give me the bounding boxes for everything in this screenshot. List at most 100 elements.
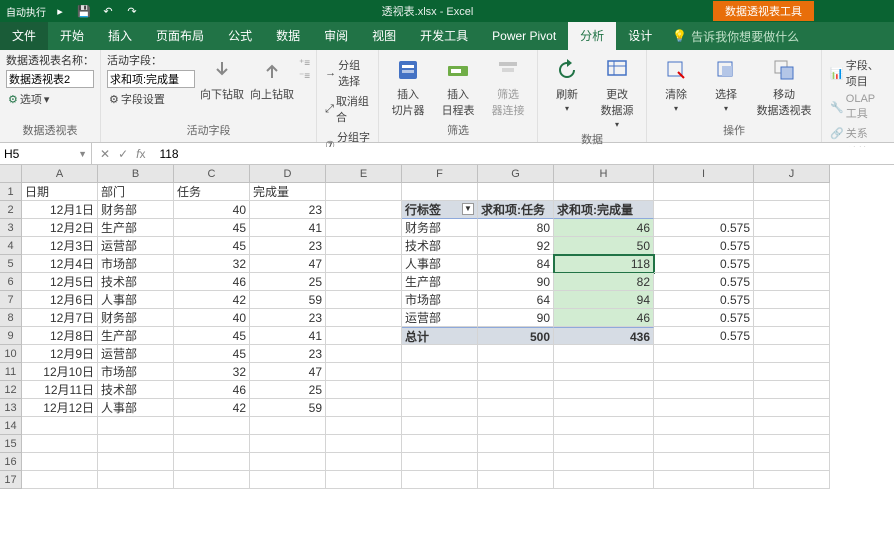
tab-review[interactable]: 审阅 [312, 22, 360, 50]
tell-me[interactable]: 💡 告诉我你想要做什么 [672, 28, 799, 45]
filter-dropdown-icon[interactable]: ▼ [462, 203, 474, 215]
cell[interactable] [174, 471, 250, 489]
cell[interactable]: 23 [250, 309, 326, 327]
cell[interactable]: 41 [250, 219, 326, 237]
relationships-button[interactable]: 🔗 关系 [828, 124, 888, 142]
cell[interactable] [654, 471, 754, 489]
tab-view[interactable]: 视图 [360, 22, 408, 50]
cell[interactable]: 财务部 [98, 201, 174, 219]
cell[interactable] [326, 309, 402, 327]
tab-home[interactable]: 开始 [48, 22, 96, 50]
cell[interactable] [326, 381, 402, 399]
cell[interactable]: G [478, 165, 554, 183]
cell[interactable] [98, 435, 174, 453]
cell[interactable]: 47 [250, 363, 326, 381]
cell[interactable]: 84 [478, 255, 554, 273]
cell[interactable] [326, 291, 402, 309]
cell[interactable] [402, 381, 478, 399]
cell[interactable] [554, 183, 654, 201]
undo-icon[interactable]: ↶ [98, 2, 118, 20]
cell[interactable]: 9 [0, 327, 22, 345]
cell[interactable]: 82 [554, 273, 654, 291]
cell[interactable] [754, 309, 830, 327]
cell[interactable] [754, 219, 830, 237]
cell[interactable]: 23 [250, 345, 326, 363]
cell[interactable]: 12月8日 [22, 327, 98, 345]
cell[interactable]: J [754, 165, 830, 183]
redo-icon[interactable]: ↷ [122, 2, 142, 20]
cell[interactable]: 5 [0, 255, 22, 273]
cell[interactable]: 40 [174, 309, 250, 327]
cell[interactable] [754, 273, 830, 291]
cell[interactable] [326, 435, 402, 453]
cell[interactable]: 436 [554, 327, 654, 345]
cell[interactable]: 45 [174, 345, 250, 363]
cell[interactable]: 32 [174, 363, 250, 381]
cell[interactable] [326, 471, 402, 489]
select-button[interactable]: 选择▾ [703, 52, 749, 113]
cell[interactable] [754, 381, 830, 399]
spreadsheet-grid[interactable]: ABCDEFGHIJ1日期部门任务完成量212月1日财务部4023行标签▼求和项… [0, 165, 894, 489]
cell[interactable] [326, 237, 402, 255]
cell[interactable] [754, 291, 830, 309]
cell[interactable] [22, 453, 98, 471]
cell[interactable] [478, 471, 554, 489]
drill-up-button[interactable]: 向上钻取 [249, 52, 295, 102]
cell[interactable] [0, 165, 22, 183]
cell[interactable] [554, 381, 654, 399]
cell[interactable]: 12月9日 [22, 345, 98, 363]
cell[interactable] [402, 453, 478, 471]
cell[interactable] [478, 453, 554, 471]
cell[interactable]: 运营部 [402, 309, 478, 327]
cell[interactable]: 生产部 [402, 273, 478, 291]
cell[interactable]: 25 [250, 381, 326, 399]
tab-formulas[interactable]: 公式 [216, 22, 264, 50]
insert-slicer-button[interactable]: 插入 切片器 [385, 52, 431, 118]
cell[interactable]: 0.575 [654, 291, 754, 309]
cell[interactable] [326, 417, 402, 435]
cell[interactable]: 6 [0, 273, 22, 291]
cell[interactable] [754, 201, 830, 219]
cell[interactable]: 0.575 [654, 309, 754, 327]
cell[interactable] [174, 417, 250, 435]
cell[interactable]: 市场部 [402, 291, 478, 309]
cell[interactable]: 90 [478, 309, 554, 327]
cell[interactable] [554, 453, 654, 471]
cell[interactable] [402, 399, 478, 417]
cell[interactable]: 7 [0, 291, 22, 309]
tab-dev[interactable]: 开发工具 [408, 22, 480, 50]
cell[interactable]: 80 [478, 219, 554, 237]
cell[interactable] [402, 417, 478, 435]
cell[interactable] [654, 417, 754, 435]
cell[interactable] [654, 399, 754, 417]
formula-input[interactable] [153, 147, 894, 161]
refresh-button[interactable]: 刷新▾ [544, 52, 590, 113]
cell[interactable] [654, 453, 754, 471]
cell[interactable] [22, 471, 98, 489]
collapse-icon[interactable]: ⁻≡ [299, 71, 310, 82]
cell[interactable] [754, 453, 830, 471]
cell[interactable]: 40 [174, 201, 250, 219]
cell[interactable]: 64 [478, 291, 554, 309]
cell[interactable]: 12月12日 [22, 399, 98, 417]
cell[interactable]: 15 [0, 435, 22, 453]
cell[interactable] [478, 435, 554, 453]
cell[interactable]: 技术部 [402, 237, 478, 255]
cancel-icon[interactable]: ✕ [100, 147, 110, 161]
cell[interactable] [326, 201, 402, 219]
ungroup-button[interactable]: ⤢ 取消组合 [323, 92, 372, 126]
tab-powerpivot[interactable]: Power Pivot [480, 22, 568, 50]
cell[interactable] [754, 399, 830, 417]
cell[interactable]: E [326, 165, 402, 183]
cell[interactable] [174, 453, 250, 471]
cell[interactable]: 人事部 [402, 255, 478, 273]
cell[interactable]: 求和项:完成量 [554, 201, 654, 219]
cell[interactable] [22, 435, 98, 453]
insert-timeline-button[interactable]: 插入 日程表 [435, 52, 481, 118]
confirm-icon[interactable]: ✓ [118, 147, 128, 161]
cell[interactable] [478, 381, 554, 399]
cell[interactable] [554, 363, 654, 381]
cell[interactable]: 23 [250, 237, 326, 255]
cell[interactable]: 46 [174, 273, 250, 291]
cell[interactable]: 2 [0, 201, 22, 219]
